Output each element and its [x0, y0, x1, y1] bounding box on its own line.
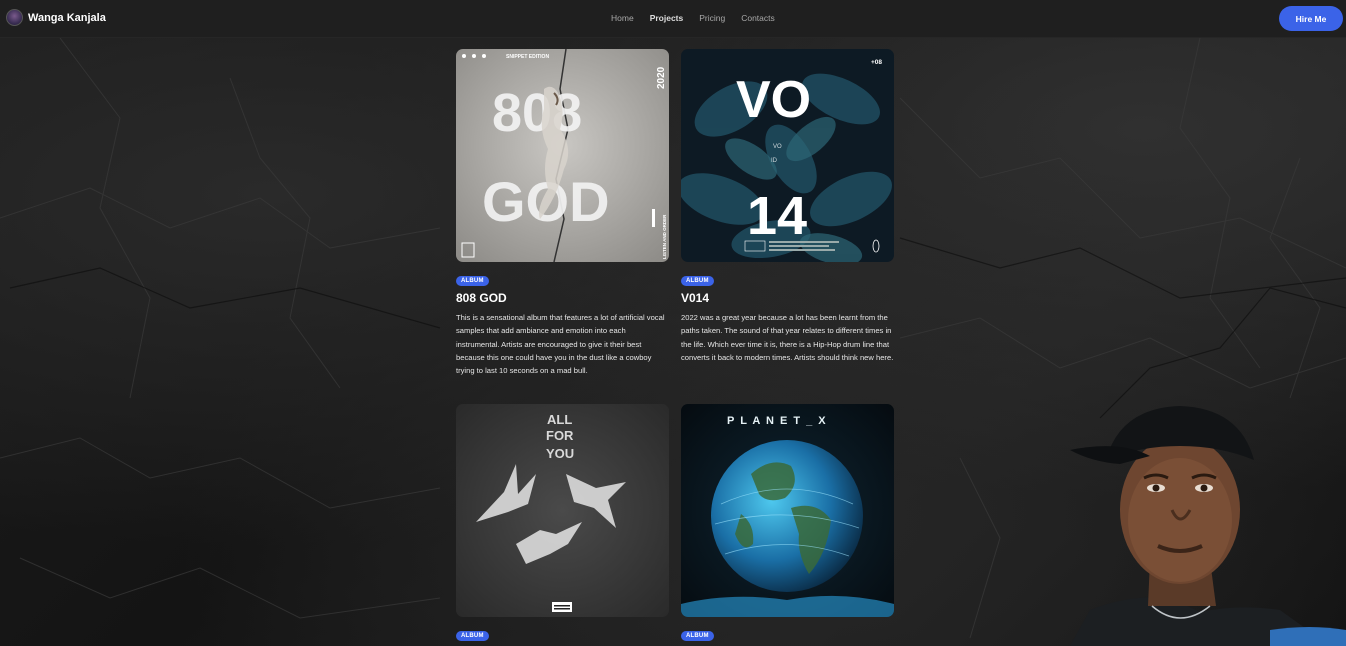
- cover-line-you: YOU: [546, 446, 574, 461]
- nav-link-contacts[interactable]: Contacts: [741, 13, 775, 23]
- project-description: 2022 was a great year because a lot has …: [681, 313, 894, 362]
- brand[interactable]: Wanga Kanjala: [6, 9, 106, 26]
- top-navbar: Wanga Kanjala Home Projects Pricing Cont…: [0, 0, 1346, 38]
- cover-main-vo: VO: [736, 71, 811, 129]
- album-cover-planet-x[interactable]: P L A N E T _ X: [681, 404, 894, 617]
- cover-line-for: FOR: [546, 428, 574, 443]
- nav-link-projects[interactable]: Projects: [650, 13, 684, 23]
- nav-link-pricing[interactable]: Pricing: [699, 13, 725, 23]
- hire-me-button[interactable]: Hire Me: [1279, 6, 1343, 31]
- cover-main-808: 808: [492, 83, 582, 143]
- brand-name: Wanga Kanjala: [28, 11, 106, 24]
- profile-portrait: [1070, 406, 1346, 646]
- avatar: [6, 9, 23, 26]
- album-cover-all-for-you[interactable]: ALL FOR YOU: [456, 404, 669, 617]
- nav-links: Home Projects Pricing Contacts: [611, 13, 775, 23]
- cover-line-all: ALL: [547, 412, 572, 427]
- project-card[interactable]: ALL FOR YOU ALBUM: [456, 404, 669, 642]
- project-title[interactable]: V014: [681, 291, 894, 305]
- cover-small-id: ID: [771, 158, 778, 164]
- cover-side-text: LISTEN AND ORDER: [662, 214, 667, 259]
- cover-corner-text: +08: [871, 59, 882, 66]
- project-card[interactable]: +08 VO VO ID 14 ALBUM V014 2022 was a gr…: [681, 49, 894, 364]
- project-card[interactable]: SNIPPET EDITION 808 GOD 2020 LISTEN AND …: [456, 49, 669, 377]
- project-title[interactable]: 808 GOD: [456, 291, 669, 305]
- cover-small-vo: VO: [773, 144, 782, 150]
- album-badge: ALBUM: [456, 631, 489, 641]
- cover-top-text: SNIPPET EDITION: [506, 54, 549, 60]
- cover-year: 2020: [656, 66, 667, 89]
- nav-link-home[interactable]: Home: [611, 13, 634, 23]
- album-badge: ALBUM: [456, 276, 489, 286]
- album-badge: ALBUM: [681, 276, 714, 286]
- project-card[interactable]: P L A N E T _ X ALBUM: [681, 404, 894, 642]
- cover-title: P L A N E T _ X: [727, 415, 827, 427]
- album-cover-808-god[interactable]: SNIPPET EDITION 808 GOD 2020 LISTEN AND …: [456, 49, 669, 262]
- album-cover-v014[interactable]: +08 VO VO ID 14: [681, 49, 894, 262]
- cover-main-14: 14: [747, 186, 807, 246]
- project-description: This is a sensational album that feature…: [456, 313, 665, 376]
- album-badge: ALBUM: [681, 631, 714, 641]
